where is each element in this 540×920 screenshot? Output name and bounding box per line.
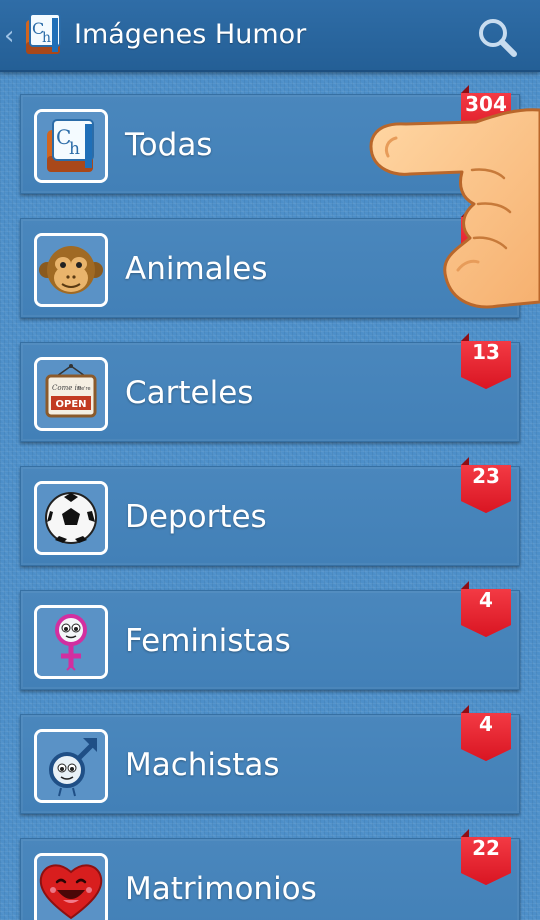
list-item[interactable]: Machistas 4 bbox=[20, 705, 520, 814]
soccer-ball-icon bbox=[34, 481, 108, 555]
list-item[interactable]: Feministas 4 bbox=[20, 581, 520, 690]
category-label: Animales bbox=[125, 251, 268, 287]
heart-icon bbox=[34, 853, 108, 920]
pointing-hand-icon bbox=[369, 108, 540, 309]
app-title: Imágenes Humor bbox=[74, 19, 307, 50]
count-badge: 4 bbox=[461, 705, 511, 761]
open-sign-icon: Come in we're OPEN bbox=[34, 357, 108, 431]
svg-text:OPEN: OPEN bbox=[55, 399, 86, 410]
category-label: Todas bbox=[125, 127, 213, 163]
list-item[interactable]: Deportes 23 bbox=[20, 457, 520, 566]
category-label: Deportes bbox=[125, 499, 267, 535]
search-icon[interactable] bbox=[474, 14, 520, 60]
svg-text:h: h bbox=[69, 139, 80, 159]
count-badge: 4 bbox=[461, 581, 511, 637]
svg-text:we're: we're bbox=[77, 386, 91, 392]
app-logo-icon: C h bbox=[34, 109, 108, 183]
chevron-left-icon[interactable]: ‹ bbox=[4, 22, 18, 50]
count-badge: 23 bbox=[461, 457, 511, 513]
category-label: Carteles bbox=[125, 375, 254, 411]
svg-text:h: h bbox=[42, 30, 51, 46]
count-badge-text: 4 bbox=[479, 588, 493, 612]
monkey-icon bbox=[34, 233, 108, 307]
app-logo-icon[interactable]: C h bbox=[22, 12, 66, 58]
list-item[interactable]: Come in we're OPEN Carteles 13 bbox=[20, 333, 520, 442]
count-badge: 22 bbox=[461, 829, 511, 885]
count-badge-text: 13 bbox=[472, 340, 500, 364]
category-label: Machistas bbox=[125, 747, 280, 783]
list-item[interactable]: Matrimonios 22 bbox=[20, 829, 520, 920]
count-badge-text: 22 bbox=[472, 836, 500, 860]
category-label: Feministas bbox=[125, 623, 291, 659]
count-badge-text: 23 bbox=[472, 464, 500, 488]
count-badge-text: 4 bbox=[479, 712, 493, 736]
count-badge: 13 bbox=[461, 333, 511, 389]
category-label: Matrimonios bbox=[125, 871, 317, 907]
female-symbol-icon bbox=[34, 605, 108, 679]
male-symbol-icon bbox=[34, 729, 108, 803]
action-bar: ‹ C h Imágenes Humor bbox=[0, 0, 540, 72]
